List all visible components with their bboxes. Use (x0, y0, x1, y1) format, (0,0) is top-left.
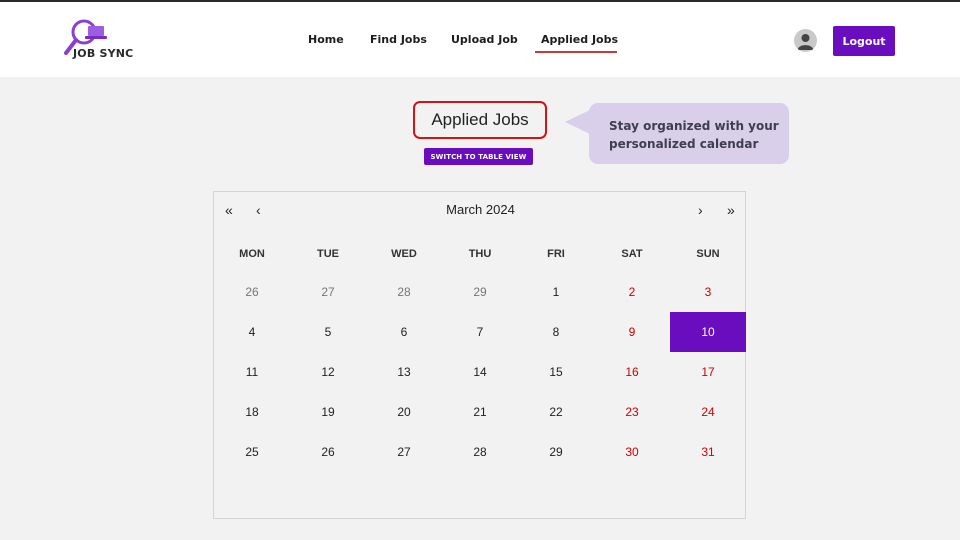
calendar-day[interactable]: 8 (518, 312, 594, 352)
tooltip-line-1: Stay organized with your (609, 119, 779, 133)
nav-find-jobs[interactable]: Find Jobs (370, 33, 427, 46)
page-title: Applied Jobs (431, 110, 529, 129)
tooltip: Stay organized with your personalized ca… (589, 103, 789, 164)
weekday-header: TUE (317, 248, 339, 260)
calendar-day-selected[interactable]: 10 (670, 312, 746, 352)
calendar-day[interactable]: 3 (670, 272, 746, 312)
calendar-day[interactable]: 2 (594, 272, 670, 312)
calendar-day[interactable]: 14 (442, 352, 518, 392)
tooltip-pointer (565, 110, 590, 134)
calendar-day[interactable]: 23 (594, 392, 670, 432)
page-title-highlight: Applied Jobs (413, 101, 547, 139)
calendar-day[interactable]: 9 (594, 312, 670, 352)
weekday-header: MON (239, 248, 265, 260)
calendar-day[interactable]: 27 (366, 432, 442, 472)
calendar-day[interactable]: 25 (214, 432, 290, 472)
weekday-header: WED (391, 248, 417, 260)
calendar-day[interactable]: 19 (290, 392, 366, 432)
calendar-day[interactable]: 12 (290, 352, 366, 392)
calendar-day[interactable]: 21 (442, 392, 518, 432)
calendar-day[interactable]: 15 (518, 352, 594, 392)
calendar-day[interactable]: 28 (442, 432, 518, 472)
nav-upload-job[interactable]: Upload Job (451, 33, 518, 46)
calendar-day[interactable]: 1 (518, 272, 594, 312)
calendar-day[interactable]: 6 (366, 312, 442, 352)
calendar-day[interactable]: 29 (442, 272, 518, 312)
user-icon (797, 34, 814, 50)
calendar: « ‹ March 2024 › » MON TUE WED THU FRI SAT SUN… (213, 191, 746, 519)
calendar-day[interactable]: 26 (214, 272, 290, 312)
weekday-header: SUN (696, 248, 720, 260)
calendar-day[interactable]: 20 (366, 392, 442, 432)
header: JOB SYNC Home Find Jobs Upload Job Appli… (0, 2, 960, 77)
logo[interactable]: JOB SYNC (62, 18, 134, 64)
logout-button[interactable]: Logout (833, 26, 895, 56)
calendar-day[interactable]: 7 (442, 312, 518, 352)
tooltip-line-2: personalized calendar (609, 137, 759, 151)
calendar-day[interactable]: 30 (594, 432, 670, 472)
calendar-day[interactable]: 16 (594, 352, 670, 392)
next-year-button[interactable]: » (727, 202, 735, 218)
calendar-day[interactable]: 31 (670, 432, 746, 472)
calendar-day[interactable]: 27 (290, 272, 366, 312)
calendar-day[interactable]: 24 (670, 392, 746, 432)
calendar-day[interactable]: 17 (670, 352, 746, 392)
logo-text: JOB SYNC (73, 47, 134, 60)
nav-home[interactable]: Home (308, 33, 344, 46)
calendar-day[interactable]: 29 (518, 432, 594, 472)
calendar-day[interactable]: 26 (290, 432, 366, 472)
weekday-header: SAT (621, 248, 643, 260)
calendar-day[interactable]: 5 (290, 312, 366, 352)
calendar-day[interactable]: 13 (366, 352, 442, 392)
nav-applied-jobs[interactable]: Applied Jobs (541, 33, 618, 46)
calendar-month-label[interactable]: March 2024 (214, 202, 747, 217)
user-avatar[interactable] (794, 29, 817, 52)
calendar-day[interactable]: 22 (518, 392, 594, 432)
active-nav-indicator (535, 51, 617, 53)
calendar-day[interactable]: 4 (214, 312, 290, 352)
next-month-button[interactable]: › (698, 202, 703, 218)
calendar-day[interactable]: 28 (366, 272, 442, 312)
switch-to-table-view-button[interactable]: SWITCH TO TABLE VIEW (424, 148, 533, 165)
weekday-header: FRI (547, 248, 565, 260)
weekday-header: THU (468, 248, 492, 260)
calendar-day[interactable]: 18 (214, 392, 290, 432)
calendar-day[interactable]: 11 (214, 352, 290, 392)
